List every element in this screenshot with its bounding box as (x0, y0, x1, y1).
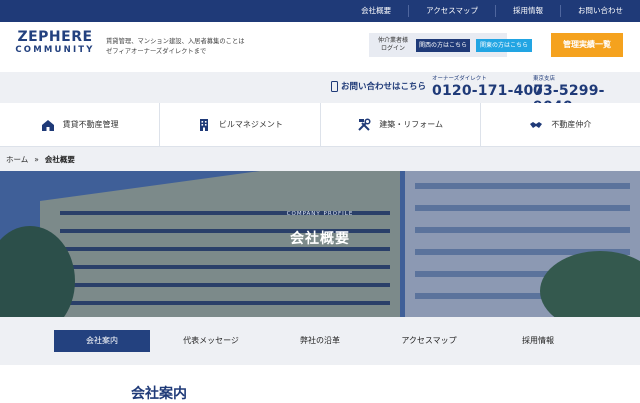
subnav-tab-recruit[interactable]: 採用情報 (490, 330, 586, 352)
nav-label-brokerage: 不動産仲介 (551, 120, 592, 129)
kansai-login-button[interactable]: 関西の方はこちら (416, 39, 470, 52)
subnav-tab-message[interactable]: 代表メッセージ (163, 330, 259, 352)
owners-direct-tel[interactable]: オーナーズダイレクト 0120-171-407 (432, 76, 543, 99)
nav-item-rental-management[interactable]: 賃貸不動産管理 (0, 103, 159, 146)
owners-tel-number[interactable]: 0120-171-407 (432, 83, 543, 99)
agent-label-line1: 仲介業者様 (377, 37, 408, 44)
subnav-tab-access[interactable]: アクセスマップ (381, 330, 477, 352)
top-utility-bar: 会社概要 アクセスマップ 採用情報 お問い合わせ (0, 0, 640, 22)
hero-subtitle: COMPANY PROFILE (286, 211, 354, 217)
tagline-line1: 賃貸管理、マンション建設、入居者募集のことは (106, 38, 245, 45)
subnav-tab-company-info[interactable]: 会社案内 (54, 330, 150, 352)
tools-icon (358, 117, 371, 131)
logo-line1: ZEPHERE (17, 29, 93, 45)
logo-line2: COMMUNITY (15, 45, 95, 55)
nav-label-building: ビルマネジメント (218, 120, 283, 129)
building-icon (199, 118, 208, 131)
nav-item-construction[interactable]: 建築・リフォーム (319, 103, 480, 146)
site-header: ZEPHERE COMMUNITY 賃貸管理、マンション建設、入居者募集のことは… (0, 22, 640, 72)
breadcrumb-current: 会社概要 (44, 154, 75, 164)
nav-label-rental: 賃貸不動産管理 (62, 120, 119, 129)
management-results-button[interactable]: 管理実績一覧 (551, 33, 623, 57)
breadcrumb-home[interactable]: ホーム (6, 154, 28, 165)
subnav-tab-history[interactable]: 弊社の沿革 (272, 330, 368, 352)
site-logo[interactable]: ZEPHERE COMMUNITY (14, 29, 96, 56)
tokyo-tel-caption: 東京支店 (533, 76, 556, 82)
contact-label-text: お問い合わせはこちら (341, 82, 427, 92)
kanto-login-button[interactable]: 関東の方はこちら (476, 39, 532, 52)
main-nav: 賃貸不動産管理 ビルマネジメント 建築・リフォーム 不動産仲介 (0, 103, 640, 147)
hero-title: 会社概要 (290, 231, 350, 247)
nav-label-construction: 建築・リフォーム (379, 120, 443, 129)
top-link-access[interactable]: アクセスマップ (408, 5, 495, 17)
phone-icon (331, 80, 338, 92)
section-title: 会社案内 (131, 386, 187, 402)
agent-login-label: 仲介業者様 ログイン (374, 37, 412, 53)
handshake-icon (530, 121, 543, 128)
agent-label-line2: ログイン (380, 45, 405, 52)
tagline-line2: ゼフィアオーナーズダイレクトまで (106, 48, 207, 55)
nav-item-brokerage[interactable]: 不動産仲介 (479, 103, 640, 146)
owners-tel-caption: オーナーズダイレクト (432, 76, 487, 82)
nav-item-building-management[interactable]: ビルマネジメント (159, 103, 319, 146)
breadcrumb: ホーム » 会社概要 (0, 147, 640, 171)
top-link-contact[interactable]: お問い合わせ (560, 5, 640, 17)
breadcrumb-separator: » (34, 154, 39, 164)
top-link-recruit[interactable]: 採用情報 (495, 5, 560, 17)
house-icon (41, 119, 54, 131)
site-tagline: 賃貸管理、マンション建設、入居者募集のことは ゼフィアオーナーズダイレクトまで (106, 37, 266, 57)
top-link-company[interactable]: 会社概要 (344, 5, 408, 17)
contact-label: お問い合わせはこちら (331, 80, 426, 92)
